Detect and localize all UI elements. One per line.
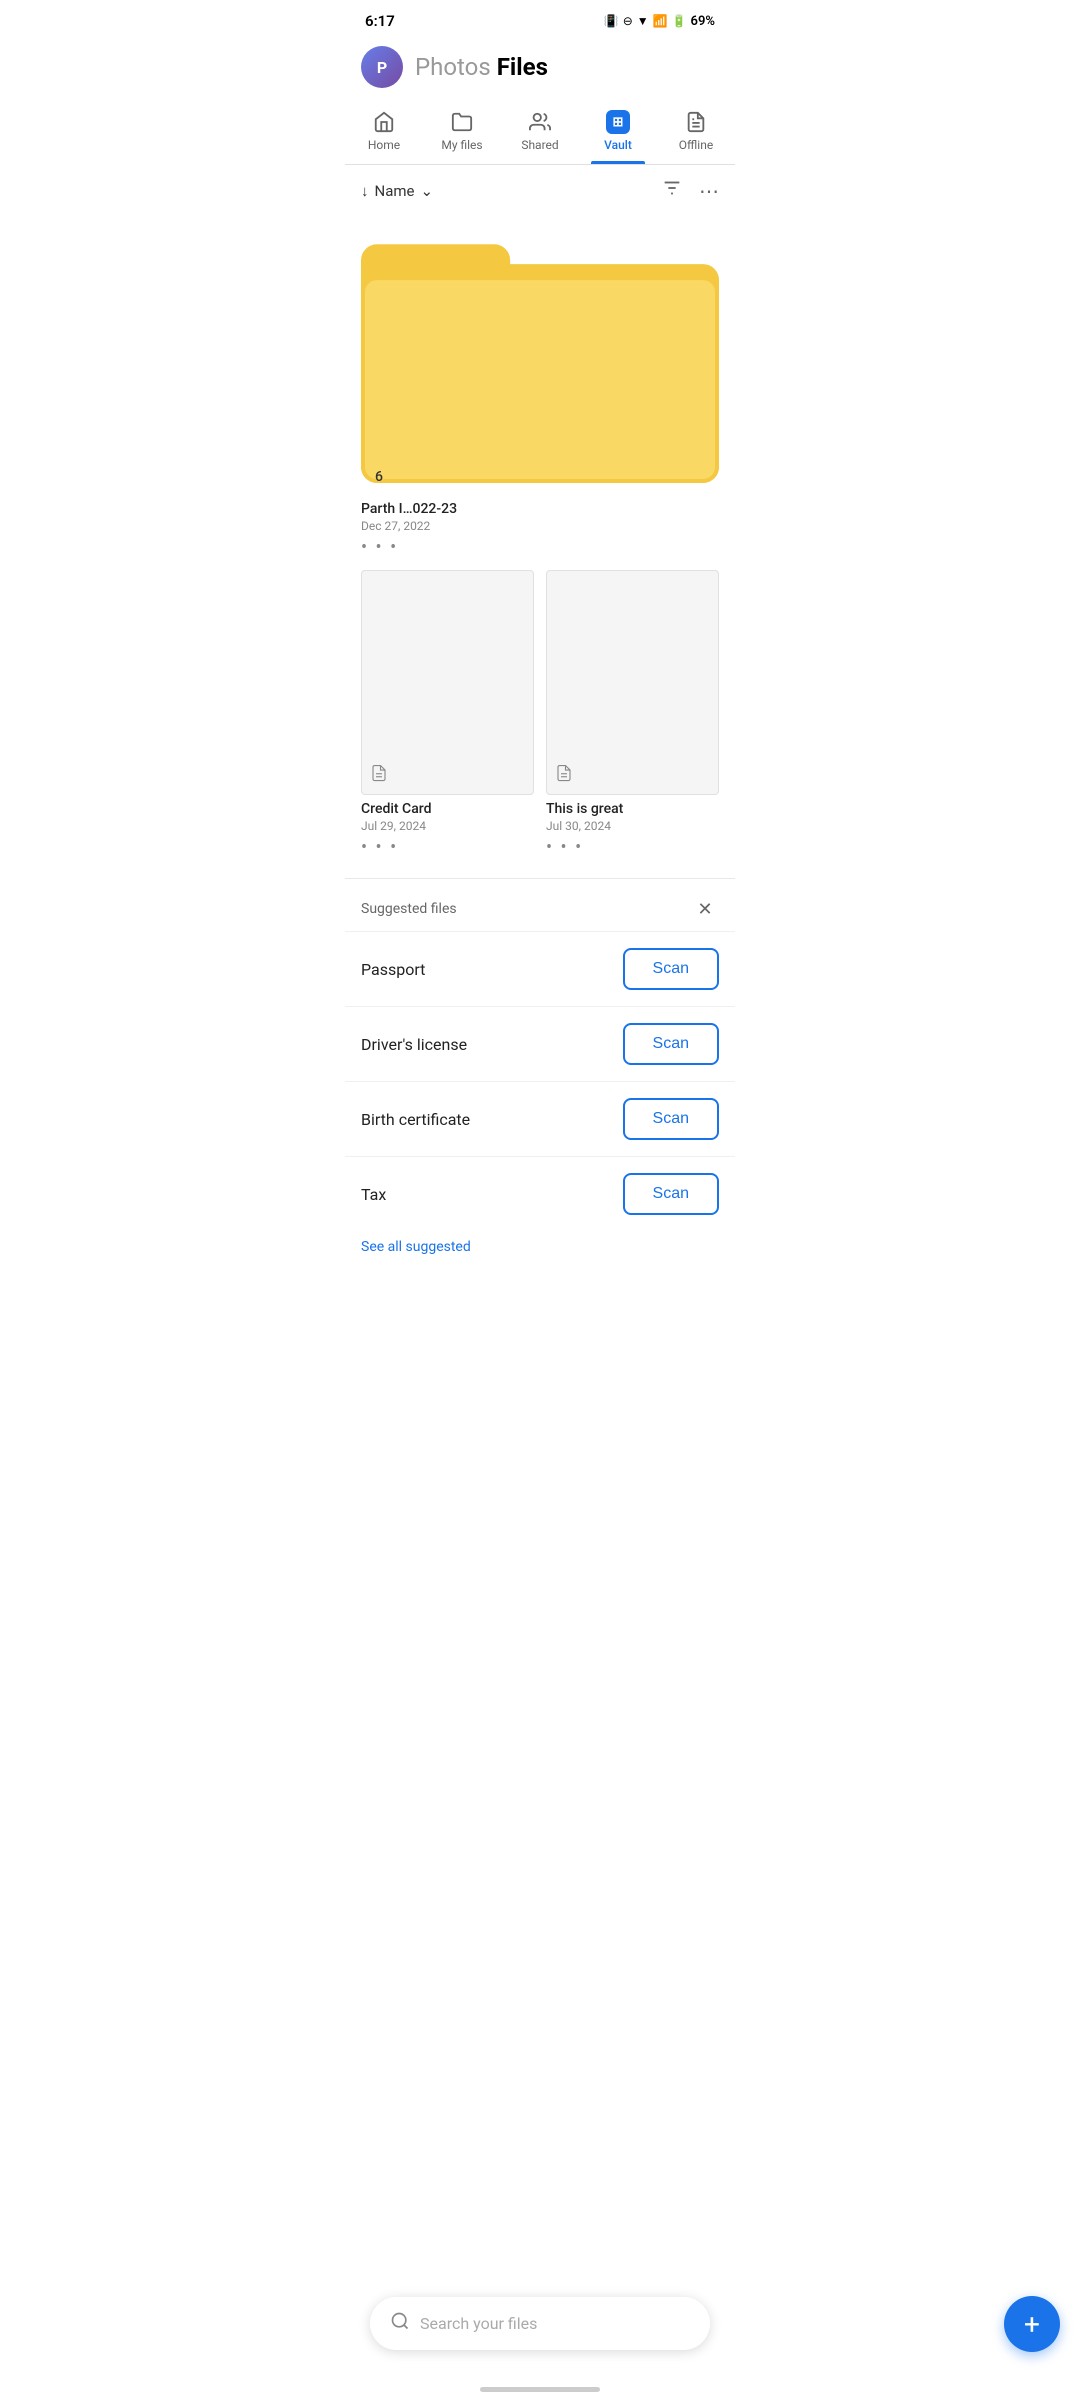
- nav-tabs: Home My files Shared ⊞ Vault: [345, 100, 735, 165]
- doc-file-icon-1: [555, 764, 573, 786]
- folder-date: Dec 27, 2022: [361, 519, 719, 533]
- sort-chevron-icon: ⌄: [420, 182, 433, 200]
- file-grid: 6 Parth I…022-23 Dec 27, 2022 • • • Cred…: [345, 216, 735, 874]
- sort-name-button[interactable]: ↓ Name ⌄: [361, 182, 433, 200]
- close-suggested-button[interactable]: ✕: [691, 895, 719, 923]
- suggested-item-passport: Passport Scan: [345, 931, 735, 1006]
- header-photos-label[interactable]: Photos: [415, 53, 491, 81]
- vault-icon: ⊞: [606, 110, 630, 134]
- shared-icon: [528, 110, 552, 134]
- scan-tax-button[interactable]: Scan: [623, 1173, 719, 1215]
- home-indicator: [480, 2387, 600, 2392]
- suggested-section: Suggested files ✕ Passport Scan Driver's…: [345, 878, 735, 1271]
- doc-more-icon-0[interactable]: • • •: [361, 837, 534, 858]
- search-placeholder-text: Search your files: [420, 2314, 537, 2333]
- search-bar[interactable]: Search your files: [370, 2297, 710, 2350]
- vault-label: Vault: [604, 138, 632, 152]
- doc-more-icon-1[interactable]: • • •: [546, 837, 719, 858]
- tab-vault[interactable]: ⊞ Vault: [579, 100, 657, 164]
- sort-arrow-icon: ↓: [361, 182, 369, 200]
- folder-name: Parth I…022-23: [361, 501, 719, 517]
- more-options-icon[interactable]: ⋯: [699, 179, 719, 203]
- suggested-title: Suggested files: [361, 901, 457, 917]
- doc-item-0[interactable]: Credit Card Jul 29, 2024 • • •: [361, 570, 534, 858]
- signal-icon: 📶: [653, 14, 668, 28]
- doc-date-0: Jul 29, 2024: [361, 819, 534, 833]
- scan-drivers-license-button[interactable]: Scan: [623, 1023, 719, 1065]
- myfiles-label: My files: [441, 138, 482, 152]
- offline-icon: [684, 110, 708, 134]
- tab-home[interactable]: Home: [345, 100, 423, 164]
- suggested-item-drivers-license: Driver's license Scan: [345, 1006, 735, 1081]
- battery-icon: 🔋: [672, 14, 687, 28]
- battery-level: 69%: [691, 14, 715, 29]
- doc-date-1: Jul 30, 2024: [546, 819, 719, 833]
- dnd-icon: ⊖: [623, 14, 633, 28]
- doc-preview-1: [546, 570, 719, 795]
- folder-item[interactable]: 6 Parth I…022-23 Dec 27, 2022 • • •: [361, 216, 719, 558]
- status-time: 6:17: [365, 12, 395, 30]
- tab-myfiles[interactable]: My files: [423, 100, 501, 164]
- myfiles-icon: [450, 110, 474, 134]
- add-fab-button[interactable]: +: [1004, 2296, 1060, 2352]
- doc-preview-0: [361, 570, 534, 795]
- tab-offline[interactable]: Offline: [657, 100, 735, 164]
- suggested-passport-label: Passport: [361, 960, 425, 979]
- doc-item-1[interactable]: This is great Jul 30, 2024 • • •: [546, 570, 719, 858]
- status-bar: 6:17 📳 ⊖ ▼ 📶 🔋 69%: [345, 0, 735, 38]
- offline-label: Offline: [679, 138, 713, 152]
- tab-shared[interactable]: Shared: [501, 100, 579, 164]
- sort-bar: ↓ Name ⌄ ⋯: [345, 165, 735, 216]
- folder-more-icon[interactable]: • • •: [361, 537, 719, 558]
- suggested-header: Suggested files ✕: [345, 879, 735, 931]
- header: P Photos Files: [345, 38, 735, 100]
- shared-label: Shared: [521, 138, 558, 152]
- folder-count: 6: [375, 469, 383, 485]
- filter-icon[interactable]: [661, 177, 683, 204]
- see-all-suggested-link[interactable]: See all suggested: [345, 1231, 735, 1271]
- status-icons: 📳 ⊖ ▼ 📶 🔋 69%: [604, 14, 715, 29]
- suggested-drivers-license-label: Driver's license: [361, 1035, 467, 1054]
- wifi-icon: ▼: [637, 14, 649, 28]
- folder-icon: 6: [361, 216, 719, 495]
- vibrate-icon: 📳: [604, 14, 619, 28]
- scan-passport-button[interactable]: Scan: [623, 948, 719, 990]
- doc-name-1: This is great: [546, 801, 719, 817]
- sort-actions: ⋯: [661, 177, 719, 204]
- home-icon: [372, 110, 396, 134]
- header-files-label[interactable]: Files: [497, 53, 548, 81]
- header-title: Photos Files: [415, 53, 548, 81]
- suggested-birth-certificate-label: Birth certificate: [361, 1110, 470, 1129]
- suggested-item-birth-certificate: Birth certificate Scan: [345, 1081, 735, 1156]
- doc-name-0: Credit Card: [361, 801, 534, 817]
- avatar[interactable]: P: [361, 46, 403, 88]
- home-label: Home: [368, 138, 400, 152]
- add-icon: +: [1024, 2308, 1040, 2341]
- doc-file-icon-0: [370, 764, 388, 786]
- scan-birth-certificate-button[interactable]: Scan: [623, 1098, 719, 1140]
- suggested-item-tax: Tax Scan: [345, 1156, 735, 1231]
- sort-label: Name: [375, 182, 415, 200]
- suggested-tax-label: Tax: [361, 1185, 386, 1204]
- search-icon: [390, 2311, 410, 2336]
